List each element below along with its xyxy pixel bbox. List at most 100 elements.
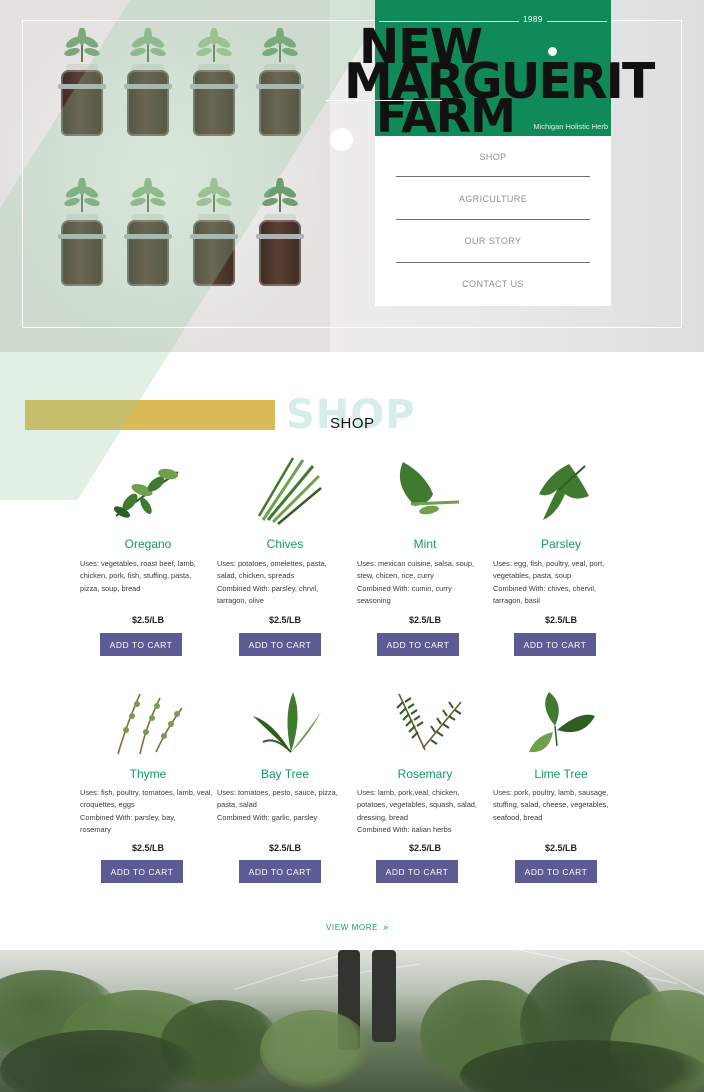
product-card: Lime Tree Uses: pork, poultry, lamb, saus… [493,684,629,884]
product-description: Uses: fish, poultry, tomatoes, lamb, vea… [80,787,216,837]
product-card: Chives Uses: potatoes, omelettes, pasta, s… [217,452,353,657]
decorative-circle [330,128,353,151]
product-description-line: Combined With: garlic, parsley [217,812,318,822]
view-more-link[interactable]: VIEW MORE » [326,922,389,932]
product-description-line: seafood, bread [493,812,543,822]
product-description-line: Combined With: parsley, bay, [80,812,176,822]
product-description-line: Combined With: parsley, chrvil, [217,583,319,593]
product-card: Oregano Uses: vegetables, roast beef, lam… [80,452,216,657]
add-to-cart-button[interactable]: ADD TO CART [239,633,321,656]
product-card: Mint Uses: mexican cuisine, salsa, soup, s… [357,452,493,657]
product-description: Uses: tomatoes, pesto, sauce, pizza, past… [217,787,353,824]
thyme-icon[interactable] [80,684,216,762]
product-description-line: Combined With: chives, chervil, [493,583,597,593]
product-description-line: tarragon, olive [217,596,264,606]
product-description-line: dressing, bread [357,812,408,822]
mint-leaf-icon[interactable] [357,452,493,530]
product-card: Rosemary Uses: lamb, pork,veal, chicken, p… [357,684,493,884]
product-description: Uses: lamb, pork,veal, chicken, potatoes,… [357,787,493,837]
parsley-icon[interactable] [493,452,629,530]
nav-divider [396,219,590,220]
add-to-cart-button[interactable]: ADD TO CART [514,633,596,656]
product-description-line: Uses: fish, poultry, tomatoes, lamb, vea… [80,788,213,797]
product-price: $2.5/LB [268,615,301,625]
product-description: Uses: vegetables, roast beef, lamb, chick… [80,558,216,595]
product-name[interactable]: Bay Tree [217,767,353,781]
product-description-line: tarragon, basil [493,596,540,606]
nav-divider [396,176,590,177]
product-description-line: rosemary [80,825,111,835]
product-description-line: potatoes, vegetables, squash, salad, [357,800,477,810]
view-more-label: VIEW MORE [326,923,379,932]
product-card: Parsley Uses: egg, fish, poultry, veal, p… [493,452,629,657]
nav-divider [396,262,590,263]
product-description: Uses: egg, fish, poultry, veal, port, veg… [493,558,629,608]
brand-tagline: Michigan Holistic Herb [533,122,608,131]
product-description-line: Uses: vegetables, roast beef, lamb, [80,559,196,568]
product-description: Uses: potatoes, omelettes, pasta, salad, … [217,558,353,608]
bay-leaf-icon[interactable] [217,684,353,762]
product-name[interactable]: Chives [217,537,353,551]
double-chevron-down-icon: » [383,922,389,932]
foliage [260,1010,370,1090]
product-description: Uses: pork, poultry, lamb, sausage, stuff… [493,787,629,824]
greenhouse-frame [234,950,426,990]
product-description: Uses: mexican cuisine, salsa, soup, stew,… [357,558,493,608]
shop-heading: SHOP [330,415,375,432]
brand-year: 1989 [519,15,547,24]
product-card: Thyme Uses: fish, poultry, tomatoes, lamb… [80,684,216,884]
product-description-line: Uses: pork, poultry, lamb, sausage, [493,788,609,797]
product-description-line: stuffing, salad, cheese, vegetables, [493,800,609,810]
product-price: $2.5/LB [408,843,441,853]
product-price: $2.5/LB [544,615,577,625]
product-name[interactable]: Mint [357,537,493,551]
product-description-line: seasoning [357,596,391,606]
product-description-line: pasta, salad [217,800,257,810]
product-description-line: Combined With: italian herbs [357,825,452,835]
product-description-line: Uses: mexican cuisine, salsa, soup, [357,559,475,568]
brand-title-line-3: FARM [376,89,516,143]
chives-icon[interactable] [217,452,353,530]
product-price: $2.5/LB [408,615,441,625]
add-to-cart-button[interactable]: ADD TO CART [376,860,458,883]
greenhouse-photo [0,950,704,1092]
product-name[interactable]: Rosemary [357,767,493,781]
product-description-line: croquettes, eggs [80,800,135,810]
brand-accent-line [326,100,442,101]
main-nav: SHOP AGRICULTURE OUR STORY CONTACT US [375,136,611,306]
product-price: $2.5/LB [268,843,301,853]
product-price: $2.5/LB [131,843,164,853]
add-to-cart-button[interactable]: ADD TO CART [239,860,321,883]
nav-item-contact-us[interactable]: CONTACT US [375,279,611,289]
nav-item-our-story[interactable]: OUR STORY [375,236,611,246]
product-card: Bay Tree Uses: tomatoes, pesto, sauce, pi… [217,684,353,884]
shop-accent-bar [25,400,275,430]
product-description-line: Uses: lamb, pork,veal, chicken, [357,788,460,797]
product-description-line: vegetables, pasta, soup [493,571,572,581]
product-name[interactable]: Parsley [493,537,629,551]
product-description-line: Uses: tomatoes, pesto, sauce, pizza, [217,788,338,797]
product-description-line: Combined With: cumin, curry [357,583,452,593]
decorative-dot [548,47,557,56]
add-to-cart-button[interactable]: ADD TO CART [100,633,182,656]
product-name[interactable]: Lime Tree [493,767,629,781]
rosemary-icon[interactable] [357,684,493,762]
product-price: $2.5/LB [131,615,164,625]
oregano-sprig-icon[interactable] [80,452,216,530]
product-description-line: chicken, pork, fish, stuffing, pasta, [80,571,192,581]
product-name[interactable]: Oregano [80,537,216,551]
nav-item-shop[interactable]: SHOP [375,152,611,162]
product-name[interactable]: Thyme [80,767,216,781]
add-to-cart-button[interactable]: ADD TO CART [515,860,597,883]
add-to-cart-button[interactable]: ADD TO CART [377,633,459,656]
add-to-cart-button[interactable]: ADD TO CART [101,860,183,883]
product-description-line: Uses: egg, fish, poultry, veal, port, [493,559,605,568]
nav-item-agriculture[interactable]: AGRICULTURE [375,194,611,204]
product-description-line: Uses: potatoes, omelettes, pasta, [217,559,327,568]
lime-leaf-icon[interactable] [493,684,629,762]
greenhouse-frame [300,963,420,982]
product-description-line: pizza, soup, bread [80,583,141,593]
product-description-line: stew, chicen, rice, curry [357,571,434,581]
product-description-line: salad, chicken, spreads [217,571,295,581]
product-price: $2.5/LB [544,843,577,853]
